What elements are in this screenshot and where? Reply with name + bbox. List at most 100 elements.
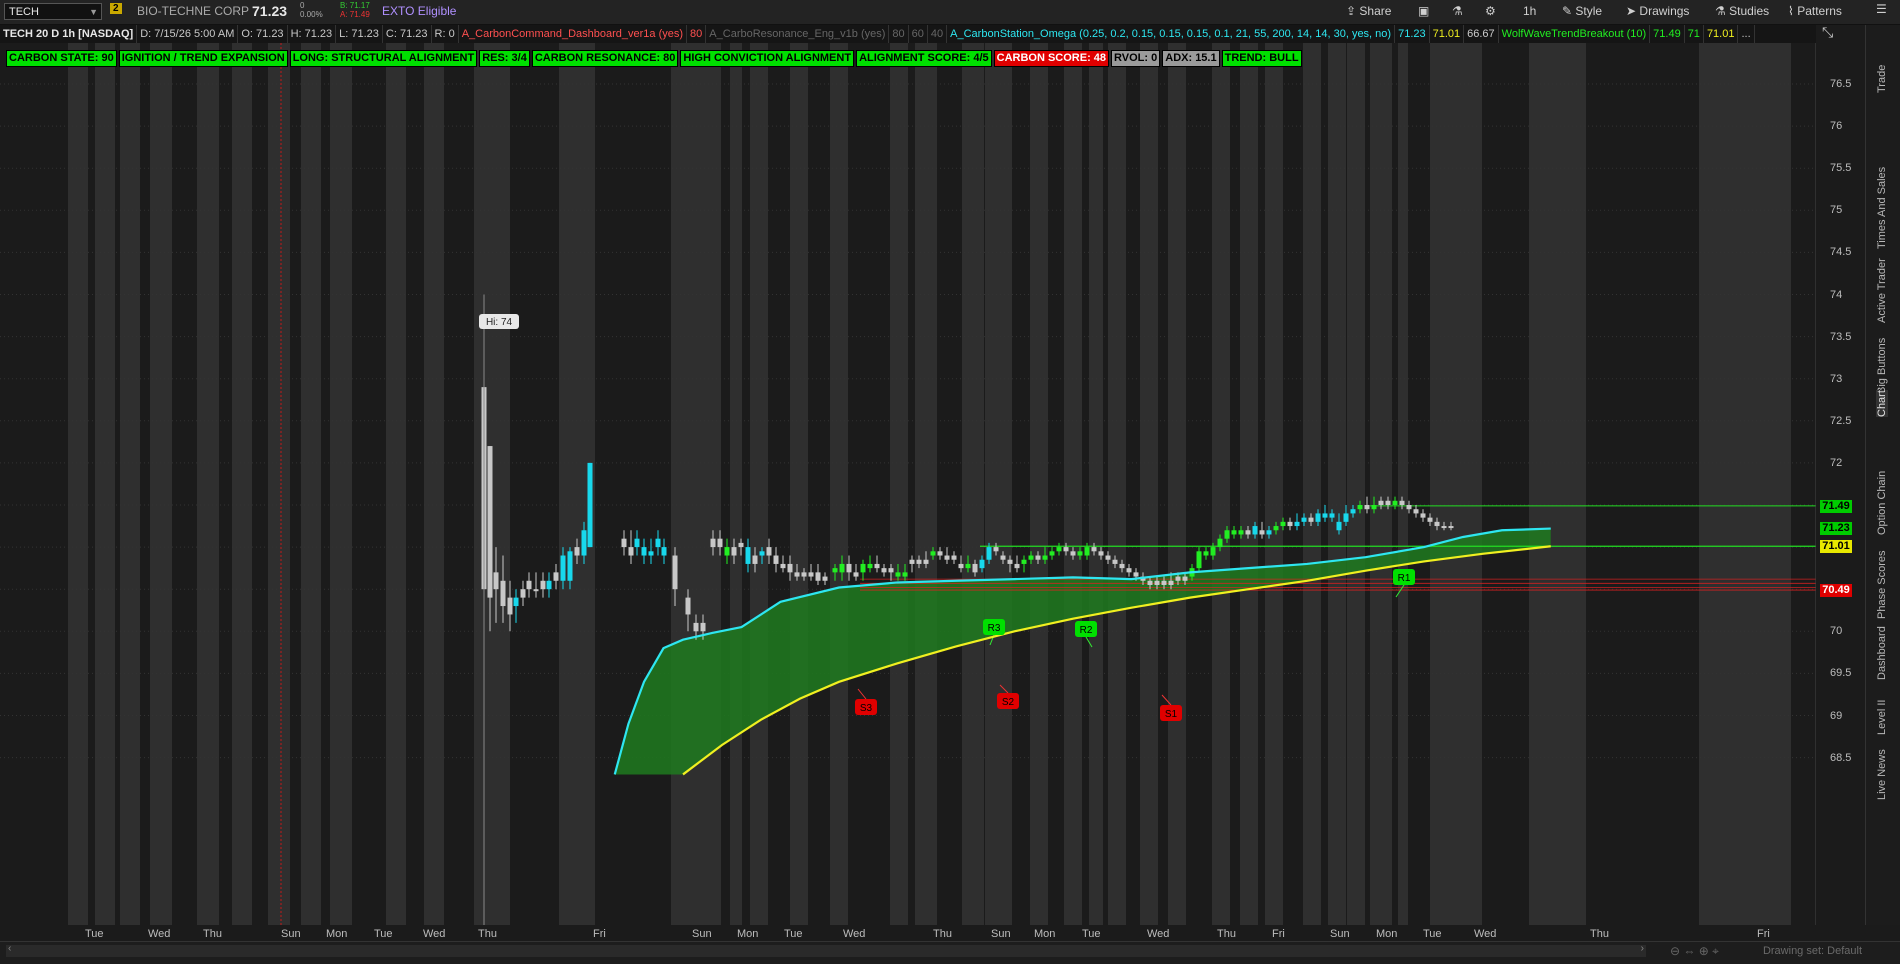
candle-body [1147, 580, 1153, 585]
session-band [703, 43, 721, 925]
session-band [1398, 43, 1408, 925]
sidebar-tab-level-ii[interactable]: Level II [1876, 699, 1888, 734]
patterns-button[interactable]: ⌇ Patterns [1788, 4, 1842, 18]
candle-body [1182, 576, 1188, 581]
candle-body [1343, 513, 1349, 522]
price-chart[interactable]: Hi: 74 R1 R2 R3 S1 S2 S3 [0, 25, 1816, 925]
price-tick: 73 [1830, 372, 1843, 385]
candle-body [724, 547, 730, 556]
candle-body [700, 622, 706, 632]
sidebar-tab-trade[interactable]: Trade [1876, 65, 1888, 93]
style-button[interactable]: ✎ Style [1562, 4, 1602, 18]
candle-body [731, 547, 737, 556]
price-tick: 75.5 [1830, 162, 1852, 175]
chevron-down-icon[interactable]: ▼ [89, 4, 98, 21]
time-tick: Wed [423, 928, 446, 940]
sidebar-tab-active-trader[interactable]: Active Trader [1876, 258, 1888, 323]
candle-body [780, 563, 786, 569]
drawings-button[interactable]: ➤ Drawings [1626, 4, 1689, 18]
sidebar-tab-times-and-sales[interactable]: Times And Sales [1876, 167, 1888, 249]
sidebar-tab-live-news[interactable]: Live News [1876, 749, 1888, 800]
time-tick: Sun [1330, 928, 1350, 940]
sidebar-tab-big-buttons[interactable]: Big Buttons [1876, 338, 1888, 394]
candle-body [1427, 517, 1433, 522]
candle-body [1154, 580, 1160, 585]
sidebar-tab-dashboard[interactable]: Dashboard [1876, 626, 1888, 680]
flask-icon[interactable]: ⚗ [1452, 4, 1463, 18]
top-toolbar: TECH ▼ 2 BIO-TECHNE CORP 71.23 0 0.00% B… [0, 0, 1900, 25]
candle-body [1350, 509, 1356, 514]
style-label: Style [1575, 4, 1603, 18]
scroll-right-icon[interactable]: › [1641, 943, 1644, 954]
time-tick: Tue [1082, 928, 1101, 940]
candle-body [1385, 500, 1391, 505]
drawing-set-label[interactable]: Drawing set: Default [1763, 945, 1862, 957]
price-tick: 69 [1830, 709, 1843, 722]
gear-icon[interactable]: ⚙ [1485, 4, 1496, 18]
candle-body [1287, 521, 1293, 527]
candle-body [930, 551, 936, 556]
dashboard-labels: CARBON STATE: 90 IGNITION / TREND EXPANSI… [6, 48, 1304, 67]
menu-icon[interactable]: ☰ [1876, 2, 1887, 16]
candle-body [1273, 526, 1279, 531]
time-tick: Thu [478, 928, 497, 940]
session-band [1030, 43, 1048, 925]
time-tick: Mon [326, 928, 348, 940]
candle-body [581, 530, 587, 556]
candle-body [1028, 555, 1034, 560]
time-tick: Tue [85, 928, 104, 940]
share-label: Share [1359, 4, 1392, 18]
candle-body [773, 555, 779, 564]
timeframe-button[interactable]: 1h [1523, 4, 1536, 18]
s1-marker: S1 [1160, 705, 1182, 721]
candle-body [574, 547, 580, 556]
high-callout: Hi: 74 [479, 314, 519, 329]
candle-body [888, 568, 894, 573]
candle-body [993, 547, 999, 552]
session-band [95, 43, 115, 925]
candle-body [902, 572, 908, 577]
time-tick: Fri [1272, 928, 1285, 940]
candle-body [1245, 530, 1251, 535]
candle-body [766, 547, 772, 556]
collapse-icon[interactable]: ⤡ [1822, 24, 1833, 41]
time-tick: Sun [991, 928, 1011, 940]
link-badge[interactable]: 2 [110, 3, 122, 14]
time-tick: Thu [933, 928, 952, 940]
candle-body [1063, 547, 1069, 552]
share-button[interactable]: ⇪ Share [1346, 4, 1391, 18]
candle-body [1014, 563, 1020, 569]
candle-body [1308, 517, 1314, 522]
candle-body [787, 563, 793, 573]
studies-label: Studies [1729, 4, 1770, 18]
time-tick: Fri [1757, 928, 1770, 940]
session-band [1303, 43, 1321, 925]
time-tick: Thu [203, 928, 222, 940]
sidebar-tab-option-chain[interactable]: Option Chain [1876, 471, 1888, 535]
price-tick: 75 [1830, 204, 1843, 217]
session-band [268, 43, 290, 925]
bottom-bar: ‹ › ⊖ ⇔ ⊕ ⌖ Drawing set: Default [0, 941, 1900, 964]
candle-body [1161, 580, 1167, 585]
extended-hours-badge: EXTO Eligible [382, 4, 457, 18]
session-band [68, 43, 88, 925]
candle-body [1126, 568, 1132, 573]
session-band [1699, 43, 1791, 925]
zoom-icons[interactable]: ⊖ ⇔ ⊕ ⌖ [1670, 944, 1719, 959]
sidebar-tab-chart[interactable]: Chart [1876, 390, 1888, 417]
patterns-icon: ⌇ [1788, 4, 1794, 18]
candle-body [1217, 538, 1223, 548]
r1-marker: R1 [1393, 569, 1415, 585]
candle-body [979, 559, 985, 569]
candle-body [1112, 559, 1118, 564]
r3-marker: R3 [983, 619, 1005, 635]
symbol-input[interactable]: TECH ▼ [4, 3, 102, 20]
scroll-left-icon[interactable]: ‹ [8, 943, 11, 954]
candle-body [832, 568, 838, 573]
horizontal-scrollbar[interactable]: ‹ › [6, 943, 1646, 957]
studies-button[interactable]: ⚗ Studies [1715, 4, 1769, 18]
snapshot-icon[interactable]: ▣ [1418, 4, 1429, 18]
candle-body [693, 622, 699, 632]
sidebar-tab-phase-scores[interactable]: Phase Scores [1876, 551, 1888, 619]
session-band [1168, 43, 1186, 925]
